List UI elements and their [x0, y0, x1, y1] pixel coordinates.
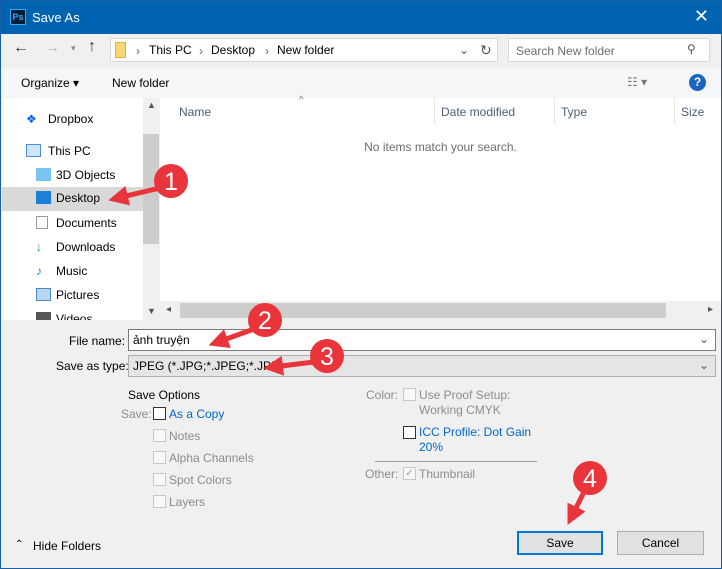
annotation-4: 4 — [567, 461, 607, 525]
svg-text:4: 4 — [583, 465, 597, 493]
annotation-overlay: 1 2 3 4 — [108, 164, 607, 525]
svg-text:1: 1 — [164, 168, 178, 196]
annotation-2: 2 — [208, 303, 282, 349]
svg-text:3: 3 — [320, 343, 334, 371]
svg-text:2: 2 — [258, 307, 272, 335]
annotation-3: 3 — [263, 339, 344, 376]
annotation-1: 1 — [108, 164, 188, 206]
